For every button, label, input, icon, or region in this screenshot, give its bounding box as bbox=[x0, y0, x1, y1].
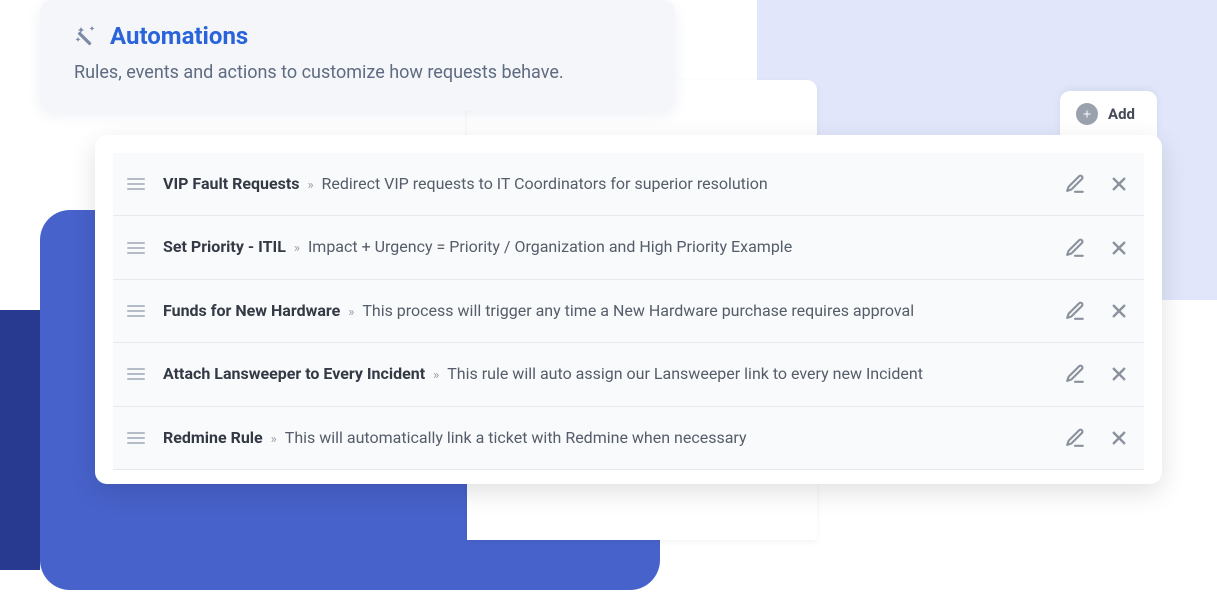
automation-title: Funds for New Hardware bbox=[163, 300, 340, 322]
drag-handle-icon[interactable] bbox=[127, 305, 145, 317]
bg-decoration bbox=[0, 310, 40, 570]
page-title: Automations bbox=[110, 22, 248, 50]
automation-row: Set Priority - ITIL » Impact + Urgency =… bbox=[113, 215, 1144, 278]
automation-description: Impact + Urgency = Priority / Organizati… bbox=[308, 236, 792, 258]
automation-row: Funds for New Hardware » This process wi… bbox=[113, 279, 1144, 342]
delete-button[interactable] bbox=[1108, 237, 1130, 259]
automations-list: VIP Fault Requests » Redirect VIP reques… bbox=[95, 135, 1162, 484]
automation-title: VIP Fault Requests bbox=[163, 173, 299, 195]
automation-row: Attach Lansweeper to Every Incident » Th… bbox=[113, 342, 1144, 405]
automation-row: Redmine Rule » This will automatically l… bbox=[113, 406, 1144, 469]
automation-text: VIP Fault Requests » Redirect VIP reques… bbox=[163, 173, 1046, 195]
drag-handle-icon[interactable] bbox=[127, 242, 145, 254]
magic-wand-icon bbox=[74, 24, 98, 48]
add-button[interactable]: Add bbox=[1060, 91, 1157, 137]
drag-handle-icon[interactable] bbox=[127, 178, 145, 190]
edit-button[interactable] bbox=[1064, 173, 1086, 195]
automation-text: Funds for New Hardware » This process wi… bbox=[163, 300, 1046, 322]
automation-description: This process will trigger any time a New… bbox=[362, 300, 914, 322]
drag-handle-icon[interactable] bbox=[127, 368, 145, 380]
automation-text: Redmine Rule » This will automatically l… bbox=[163, 427, 1046, 449]
delete-button[interactable] bbox=[1108, 363, 1130, 385]
edit-button[interactable] bbox=[1064, 363, 1086, 385]
automation-row: VIP Fault Requests » Redirect VIP reques… bbox=[113, 153, 1144, 215]
automation-text: Attach Lansweeper to Every Incident » Th… bbox=[163, 363, 1046, 385]
plus-circle-icon bbox=[1076, 103, 1098, 125]
edit-button[interactable] bbox=[1064, 300, 1086, 322]
automation-title: Attach Lansweeper to Every Incident bbox=[163, 363, 425, 385]
separator: » bbox=[307, 177, 313, 195]
separator: » bbox=[271, 431, 277, 449]
separator: » bbox=[294, 240, 300, 258]
add-button-label: Add bbox=[1108, 105, 1135, 123]
separator: » bbox=[433, 367, 439, 385]
automation-description: This will automatically link a ticket wi… bbox=[285, 427, 747, 449]
edit-button[interactable] bbox=[1064, 237, 1086, 259]
edit-button[interactable] bbox=[1064, 427, 1086, 449]
delete-button[interactable] bbox=[1108, 300, 1130, 322]
automations-header-card: Automations Rules, events and actions to… bbox=[40, 0, 675, 111]
delete-button[interactable] bbox=[1108, 427, 1130, 449]
drag-handle-icon[interactable] bbox=[127, 432, 145, 444]
automation-text: Set Priority - ITIL » Impact + Urgency =… bbox=[163, 236, 1046, 258]
automation-title: Set Priority - ITIL bbox=[163, 236, 286, 258]
automation-title: Redmine Rule bbox=[163, 427, 263, 449]
separator: » bbox=[348, 304, 354, 322]
delete-button[interactable] bbox=[1108, 173, 1130, 195]
page-subtitle: Rules, events and actions to customize h… bbox=[74, 60, 641, 85]
automation-description: This rule will auto assign our Lansweepe… bbox=[447, 363, 923, 385]
automation-description: Redirect VIP requests to IT Coordinators… bbox=[322, 173, 768, 195]
